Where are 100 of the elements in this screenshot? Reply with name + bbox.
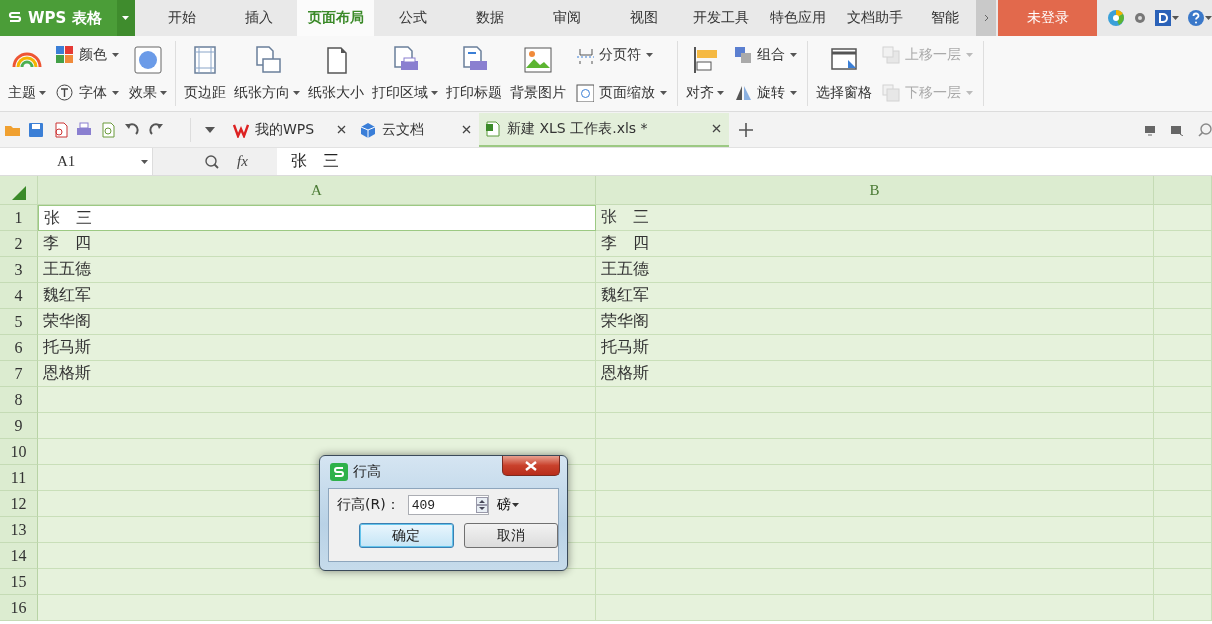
table-cell[interactable]: 张 三 [38, 205, 596, 231]
row-header[interactable]: 13 [0, 517, 38, 543]
table-cell[interactable]: 托马斯 [596, 335, 1154, 361]
row-header[interactable]: 4 [0, 283, 38, 309]
ribbon-button[interactable]: 页边距 [180, 41, 230, 106]
ribbon-button[interactable]: 选择窗格 [812, 41, 876, 106]
table-cell[interactable] [1154, 283, 1212, 309]
menu-tab[interactable]: 智能 [913, 0, 977, 36]
menu-tab[interactable]: 审阅 [528, 0, 606, 36]
row-header[interactable]: 6 [0, 335, 38, 361]
ribbon-button[interactable]: 效果 [125, 41, 171, 106]
table-cell[interactable] [1154, 205, 1212, 231]
table-cell[interactable] [596, 543, 1154, 569]
ribbon-button[interactable]: 页面缩放 [572, 83, 671, 103]
document-tab[interactable]: 新建 XLS 工作表.xls * [479, 112, 729, 147]
ribbon-button[interactable]: 打印标题 [442, 41, 506, 106]
menu-tab[interactable]: 开发工具 [682, 0, 760, 36]
print-preview-icon[interactable] [100, 121, 116, 138]
table-cell[interactable] [1154, 569, 1212, 595]
table-cell[interactable] [596, 387, 1154, 413]
row-header[interactable]: 3 [0, 257, 38, 283]
table-cell[interactable]: 魏红军 [38, 283, 596, 309]
menu-tab[interactable]: 数据 [451, 0, 529, 36]
minimize-icon[interactable] [1144, 123, 1156, 136]
row-header[interactable]: 8 [0, 387, 38, 413]
table-cell[interactable] [38, 387, 596, 413]
close-icon[interactable] [712, 124, 721, 133]
save-icon[interactable] [28, 121, 44, 138]
row-header[interactable]: 16 [0, 595, 38, 621]
unit-dropdown[interactable]: 磅 [496, 496, 519, 514]
zoom-icon[interactable] [205, 154, 219, 169]
menu-tab[interactable]: 页面布局 [297, 0, 375, 36]
table-cell[interactable]: 李 四 [38, 231, 596, 257]
table-cell[interactable]: 张 三 [596, 205, 1154, 231]
table-cell[interactable] [38, 595, 596, 621]
row-header[interactable]: 14 [0, 543, 38, 569]
print-icon[interactable] [76, 121, 92, 138]
table-cell[interactable] [1154, 465, 1212, 491]
table-cell[interactable] [596, 439, 1154, 465]
table-cell[interactable]: 荣华阁 [596, 309, 1154, 335]
spinner-icon[interactable] [475, 497, 488, 513]
table-cell[interactable] [1154, 361, 1212, 387]
table-cell[interactable] [1154, 231, 1212, 257]
ribbon-button[interactable]: 纸张方向 [230, 41, 304, 106]
export-pdf-icon[interactable] [52, 121, 68, 138]
table-cell[interactable]: 恩格斯 [596, 361, 1154, 387]
table-cell[interactable] [596, 491, 1154, 517]
table-cell[interactable]: 托马斯 [38, 335, 596, 361]
help-button[interactable] [1188, 10, 1212, 26]
column-header[interactable]: A [38, 176, 596, 205]
table-cell[interactable] [596, 595, 1154, 621]
table-cell[interactable] [1154, 439, 1212, 465]
menu-tab[interactable]: 公式 [374, 0, 452, 36]
menu-tab[interactable]: 文档助手 [836, 0, 914, 36]
ribbon-button[interactable]: 组合 [730, 45, 801, 65]
settings-icon[interactable] [1134, 12, 1146, 24]
document-tab[interactable]: 我的WPS [227, 112, 354, 147]
ribbon-button[interactable]: 字体 [52, 83, 123, 103]
table-cell[interactable] [596, 413, 1154, 439]
tab-scroll-button[interactable] [976, 0, 997, 36]
table-cell[interactable] [1154, 257, 1212, 283]
row-header[interactable]: 7 [0, 361, 38, 387]
table-cell[interactable]: 李 四 [596, 231, 1154, 257]
ribbon-button[interactable]: 打印区域 [368, 41, 442, 106]
row-height-field[interactable]: 409 [407, 495, 489, 515]
table-cell[interactable] [1154, 491, 1212, 517]
row-header[interactable]: 11 [0, 465, 38, 491]
table-cell[interactable] [1154, 387, 1212, 413]
insert-function-button[interactable]: fx [237, 153, 248, 170]
row-header[interactable]: 15 [0, 569, 38, 595]
restore-icon[interactable] [1170, 123, 1184, 136]
ok-button[interactable]: 确定 [359, 523, 454, 548]
table-cell[interactable] [596, 517, 1154, 543]
plus-icon[interactable] [739, 122, 753, 137]
close-button[interactable] [502, 456, 560, 476]
table-cell[interactable] [38, 413, 596, 439]
menu-tab[interactable]: 特色应用 [759, 0, 837, 36]
table-cell[interactable] [1154, 543, 1212, 569]
menu-tab[interactable]: 视图 [605, 0, 683, 36]
ribbon-button[interactable]: 纸张大小 [304, 41, 368, 106]
ribbon-button[interactable]: 分页符 [572, 45, 671, 65]
table-cell[interactable]: 王五德 [596, 257, 1154, 283]
table-cell[interactable]: 王五德 [38, 257, 596, 283]
row-header[interactable]: 9 [0, 413, 38, 439]
column-header[interactable] [1154, 176, 1212, 205]
formula-input[interactable]: 张 三 [277, 148, 1212, 175]
menu-tab[interactable]: 开始 [143, 0, 221, 36]
cancel-button[interactable]: 取消 [463, 523, 558, 548]
table-cell[interactable] [596, 465, 1154, 491]
row-header[interactable]: 12 [0, 491, 38, 517]
table-cell[interactable] [1154, 335, 1212, 361]
row-header[interactable]: 2 [0, 231, 38, 257]
document-tab[interactable]: 云文档 [354, 112, 479, 147]
close-icon[interactable] [337, 125, 346, 134]
table-cell[interactable] [1154, 309, 1212, 335]
search-icon[interactable] [1198, 122, 1212, 137]
table-cell[interactable] [1154, 595, 1212, 621]
table-cell[interactable] [1154, 413, 1212, 439]
row-header[interactable]: 1 [0, 205, 38, 231]
row-header[interactable]: 5 [0, 309, 38, 335]
